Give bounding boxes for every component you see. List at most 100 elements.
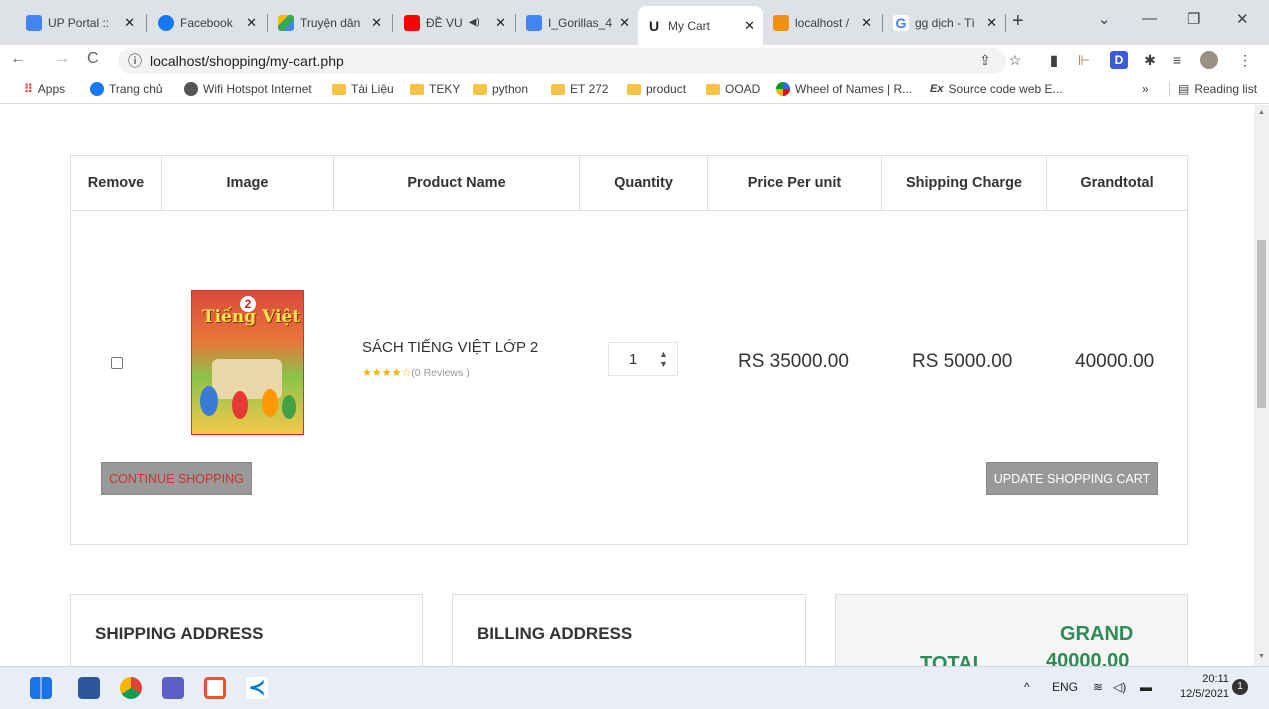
header-image: Image xyxy=(162,156,334,210)
phpmyadmin-icon xyxy=(773,14,789,31)
tab-label: Facebook xyxy=(180,15,233,30)
reload-button[interactable]: C xyxy=(87,50,99,68)
bookmark-star-icon[interactable]: ☆ xyxy=(1006,51,1024,69)
header-remove: Remove xyxy=(71,156,162,210)
close-tab-icon[interactable]: ✕ xyxy=(495,15,506,31)
volume-icon[interactable]: ◁) xyxy=(1113,680,1126,694)
tab-search-icon[interactable]: ⌄ xyxy=(1098,10,1111,28)
url-text: localhost/shopping/my-cart.php xyxy=(150,53,344,69)
tab-facebook[interactable]: Facebook ✕ xyxy=(150,8,265,37)
reading-list-label: Reading list xyxy=(1194,82,1258,96)
new-tab-button[interactable]: + xyxy=(1012,10,1024,33)
tab-gg-dich[interactable]: Ggg dịch - Tì ✕ xyxy=(885,8,1005,37)
google-drive-icon xyxy=(278,14,294,31)
close-tab-icon[interactable]: ✕ xyxy=(371,15,382,31)
remove-checkbox[interactable] xyxy=(111,357,123,369)
scroll-up-arrow-icon[interactable]: ▲ xyxy=(1258,109,1265,116)
product-rating: ★★★★☆(0 Reviews ) xyxy=(362,366,470,379)
close-tab-icon[interactable]: ✕ xyxy=(246,15,257,31)
facebook-icon xyxy=(90,82,104,96)
forward-button[interactable]: → xyxy=(54,50,70,68)
header-shipping-charge: Shipping Charge xyxy=(882,156,1047,210)
bookmark-teky[interactable]: TEKY xyxy=(410,82,460,96)
bookmark-tai-lieu[interactable]: Tài Liệu xyxy=(332,82,394,96)
bookmark-ooad[interactable]: OOAD xyxy=(706,82,760,96)
grand-total-value: 40000.00 xyxy=(1046,650,1130,666)
product-name[interactable]: SÁCH TIẾNG VIỆT LỚP 2 xyxy=(362,339,538,356)
bookmark-apps[interactable]: ⠿ Apps xyxy=(24,82,65,96)
folder-icon xyxy=(410,83,424,95)
folder-icon xyxy=(332,83,346,95)
language-indicator[interactable]: ENG xyxy=(1052,680,1078,694)
windows-start-icon[interactable] xyxy=(30,677,52,699)
minimize-button[interactable]: — xyxy=(1142,10,1157,27)
shipping-charge: RS 5000.00 xyxy=(912,351,1013,372)
extension-key-icon[interactable]: ⊩ xyxy=(1075,51,1093,69)
bookmark-wheel-of-names[interactable]: Wheel of Names | R... xyxy=(776,82,912,96)
restore-button[interactable]: ❐ xyxy=(1187,10,1200,28)
extension-icon[interactable]: ▮ xyxy=(1045,51,1063,69)
quantity-stepper[interactable]: 1 ▲ ▼ xyxy=(608,342,678,376)
youtube-icon xyxy=(404,14,420,31)
tab-up-portal[interactable]: UP Portal :: ✕ xyxy=(18,8,143,37)
close-tab-icon[interactable]: ✕ xyxy=(986,15,997,31)
google-icon: G xyxy=(893,14,909,31)
tray-chevron-icon[interactable]: ^ xyxy=(1024,680,1030,694)
scrollbar-thumb[interactable] xyxy=(1257,240,1266,408)
vscode-icon[interactable]: ≺ xyxy=(246,677,268,699)
bookmarks-bar: ⠿ Apps Trang chủ Wifi Hotspot Internet Tà… xyxy=(0,76,1269,104)
clock[interactable]: 20:11 12/5/2021 xyxy=(1180,672,1229,702)
grand-total-panel: GRAND TOTAL 40000.00 xyxy=(835,594,1188,666)
chrome-icon[interactable] xyxy=(120,677,142,699)
back-button[interactable]: ← xyxy=(10,50,26,68)
teams-icon[interactable] xyxy=(162,677,184,699)
close-tab-icon[interactable]: ✕ xyxy=(619,15,630,31)
share-icon[interactable]: ⇪ xyxy=(976,51,994,69)
bookmark-trang-chu[interactable]: Trang chủ xyxy=(90,82,163,96)
clock-time: 20:11 xyxy=(1202,673,1229,685)
bookmark-label: TEKY xyxy=(429,82,461,96)
browser-tab-bar: UP Portal :: ✕ Facebook ✕ Truyện dân ✕ ĐỀ V… xyxy=(0,0,1269,45)
tab-localhost[interactable]: localhost / ✕ xyxy=(765,8,880,37)
menu-kebab-icon[interactable]: ⋮ xyxy=(1236,51,1254,69)
bookmark-source-code[interactable]: Ex Source code web E... xyxy=(930,82,1063,96)
extension-d-icon[interactable]: D xyxy=(1110,51,1128,69)
word-icon[interactable] xyxy=(78,677,100,699)
facebook-icon xyxy=(158,14,174,31)
reading-queue-icon[interactable]: ≡ xyxy=(1168,51,1186,69)
tab-my-cart[interactable]: U My Cart ✕ xyxy=(638,6,763,45)
bookmark-et-272[interactable]: ET 272 xyxy=(551,82,608,96)
close-tab-icon[interactable]: ✕ xyxy=(861,15,872,31)
bookmark-product[interactable]: product xyxy=(627,82,686,96)
bookmark-python[interactable]: python xyxy=(473,82,528,96)
close-tab-icon[interactable]: ✕ xyxy=(744,18,755,34)
extensions-puzzle-icon[interactable]: ✱ xyxy=(1141,51,1159,69)
shipping-address-panel: SHIPPING ADDRESS xyxy=(70,594,423,666)
battery-icon[interactable]: ▬ xyxy=(1140,680,1152,694)
page-scrollbar[interactable]: ▲ ▼ xyxy=(1254,105,1269,666)
reading-list-button[interactable]: ▤ Reading list xyxy=(1169,82,1257,96)
profile-avatar[interactable] xyxy=(1200,51,1218,69)
spin-arrows-icon[interactable]: ▲ ▼ xyxy=(659,349,668,369)
audio-playing-icon[interactable]: ◀) xyxy=(469,17,480,28)
notifications-badge[interactable]: 1 xyxy=(1232,679,1248,695)
xampp-icon[interactable] xyxy=(204,677,226,699)
continue-shopping-button[interactable]: CONTINUE SHOPPING xyxy=(101,462,252,495)
tab-truyen-dan[interactable]: Truyện dân ✕ xyxy=(270,8,390,37)
folder-icon xyxy=(627,83,641,95)
address-bar[interactable]: ⓘ localhost/shopping/my-cart.php xyxy=(118,48,1006,74)
close-tab-icon[interactable]: ✕ xyxy=(124,15,135,31)
windows-taskbar: ≺ ^ ENG ≋ ◁) ▬ 20:11 12/5/2021 1 xyxy=(0,666,1269,709)
bookmarks-overflow-button[interactable]: » xyxy=(1142,82,1149,96)
update-shopping-cart-button[interactable]: UPDATE SHOPPING CART xyxy=(986,462,1158,495)
close-window-button[interactable]: ✕ xyxy=(1236,10,1249,28)
bookmark-label: ET 272 xyxy=(570,82,609,96)
site-info-icon[interactable]: ⓘ xyxy=(128,51,142,71)
scroll-down-arrow-icon[interactable]: ▼ xyxy=(1258,653,1265,660)
tab-de-vu[interactable]: ĐỀ VU ◀) ✕ xyxy=(396,8,514,37)
product-image[interactable]: 2 Tiếng Việt xyxy=(191,290,304,435)
bookmark-wifi-hotspot[interactable]: Wifi Hotspot Internet xyxy=(184,82,312,96)
bookmark-label: Wheel of Names | R... xyxy=(795,82,913,96)
tab-gorillas[interactable]: I_Gorillas_4 ✕ xyxy=(518,8,638,37)
wifi-icon[interactable]: ≋ xyxy=(1093,680,1103,694)
